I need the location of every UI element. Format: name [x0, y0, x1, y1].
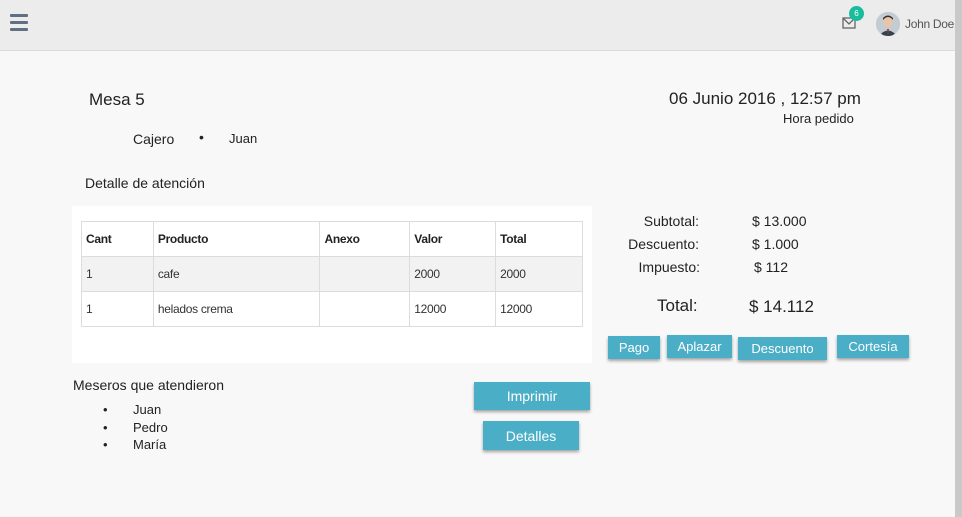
- list-item: Pedro: [103, 420, 168, 438]
- column-header: Cant: [81, 221, 154, 257]
- discount-value: $ 1.000: [752, 236, 799, 252]
- cashier-name: Juan: [229, 131, 258, 146]
- tax-label: Impuesto:: [638, 259, 700, 275]
- detail-title: Detalle de atención: [85, 175, 205, 191]
- column-header: Valor: [409, 221, 497, 257]
- column-header: Anexo: [319, 221, 411, 257]
- user-avatar[interactable]: [876, 12, 900, 36]
- cell-annex: [319, 291, 411, 327]
- subtotal-value: $ 13.000: [752, 213, 807, 229]
- cell-total: 12000: [495, 291, 583, 327]
- table-row[interactable]: 1 helados crema 12000 12000: [81, 291, 583, 327]
- cell-qty: 1: [81, 256, 154, 292]
- cell-qty: 1: [81, 291, 154, 327]
- discount-label: Descuento:: [628, 236, 699, 252]
- window-edge: [955, 0, 962, 517]
- list-item: Juan: [103, 402, 168, 420]
- cell-value: 2000: [409, 256, 497, 292]
- cell-product: helados crema: [152, 291, 321, 327]
- cell-annex: [319, 256, 411, 292]
- table-title: Mesa 5: [89, 90, 145, 109]
- order-datetime: 06 Junio 2016 , 12:57 pm: [669, 89, 861, 108]
- cell-value: 12000: [409, 291, 497, 327]
- cell-total: 2000: [495, 256, 583, 292]
- table-row[interactable]: 1 cafe 2000 2000: [81, 256, 583, 292]
- user-name[interactable]: John Doe: [905, 17, 954, 31]
- column-header: Total: [495, 221, 583, 257]
- print-button[interactable]: Imprimir: [474, 382, 590, 410]
- cell-product: cafe: [152, 256, 321, 292]
- tax-value: $ 112: [754, 259, 788, 275]
- order-time-label: Hora pedido: [783, 111, 854, 126]
- menu-icon[interactable]: [10, 14, 28, 34]
- order-items-table: Cant Producto Anexo Valor Total 1 cafe 2…: [81, 221, 583, 327]
- list-item: María: [103, 437, 168, 455]
- courtesy-button[interactable]: Cortesía: [837, 335, 909, 358]
- details-button[interactable]: Detalles: [483, 421, 579, 450]
- discount-button[interactable]: Descuento: [738, 337, 827, 360]
- top-bar: [0, 0, 955, 51]
- waiters-title: Meseros que atendieron: [73, 377, 224, 393]
- total-value: $ 14.112: [749, 297, 814, 316]
- table-header-row: Cant Producto Anexo Valor Total: [81, 221, 583, 257]
- bullet-separator: •: [199, 129, 204, 145]
- column-header: Producto: [152, 221, 321, 257]
- waiters-list: Juan Pedro María: [103, 402, 168, 455]
- postpone-button[interactable]: Aplazar: [667, 335, 732, 358]
- total-label: Total:: [657, 296, 698, 315]
- cashier-label: Cajero: [133, 131, 175, 147]
- notification-badge: 6: [849, 6, 864, 21]
- subtotal-label: Subtotal:: [643, 213, 699, 229]
- pay-button[interactable]: Pago: [608, 336, 660, 359]
